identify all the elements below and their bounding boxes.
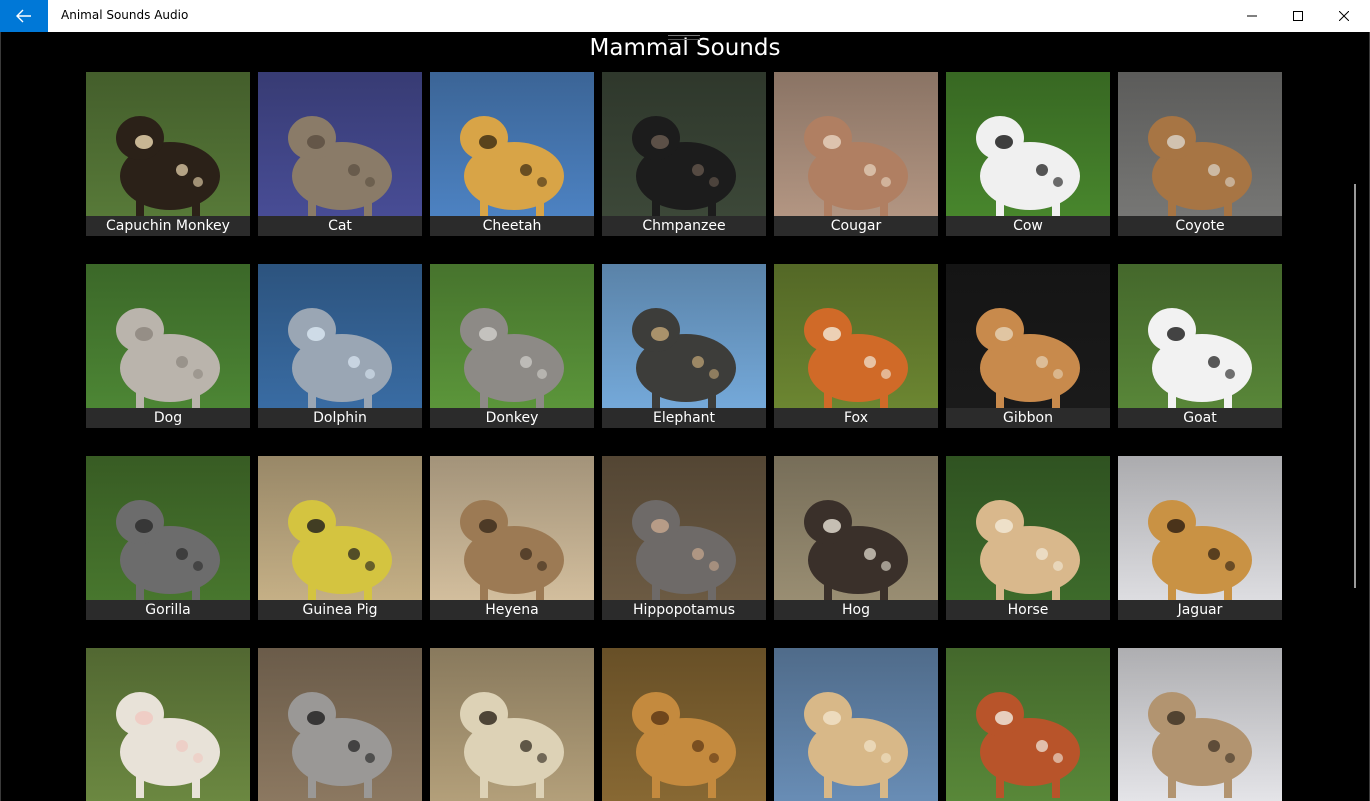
chimpanzee-photo (602, 72, 766, 236)
animal-tile-label: Hippopotamus (602, 600, 766, 620)
animal-tile-label: Chmpanzee (602, 216, 766, 236)
animal-tile[interactable]: Elephant (602, 264, 766, 428)
animal-tile[interactable]: Hippopotamus (602, 456, 766, 620)
animal-tile-label: Jaguar (1118, 600, 1282, 620)
animal-tile-label: Hog (774, 600, 938, 620)
cougar-photo (774, 72, 938, 236)
scrollbar-thumb[interactable] (1354, 184, 1356, 588)
lemur-photo (258, 648, 422, 801)
animal-tile-label: Elephant (602, 408, 766, 428)
animal-tile-label: Cheetah (430, 216, 594, 236)
animal-tile[interactable] (86, 648, 250, 801)
close-icon (1339, 11, 1349, 21)
animal-tile-label: Cat (258, 216, 422, 236)
animal-tile[interactable] (946, 648, 1110, 801)
gibbon-photo (946, 264, 1110, 428)
animal-tile[interactable]: Goat (1118, 264, 1282, 428)
donkey-photo (430, 264, 594, 428)
animal-tile[interactable]: Dolphin (258, 264, 422, 428)
animal-tile[interactable] (1118, 648, 1282, 801)
animal-tile-label: Gibbon (946, 408, 1110, 428)
animal-tile-label: Coyote (1118, 216, 1282, 236)
animal-tile-label: Gorilla (86, 600, 250, 620)
hippopotamus-photo (602, 456, 766, 620)
close-button[interactable] (1321, 0, 1367, 32)
goat-photo (1118, 264, 1282, 428)
animal-tile[interactable]: Guinea Pig (258, 456, 422, 620)
maximize-icon (1293, 11, 1303, 21)
animal-tile-label: Goat (1118, 408, 1282, 428)
animal-tile[interactable] (602, 648, 766, 801)
coyote-photo (1118, 72, 1282, 236)
animal-tile[interactable]: Capuchin Monkey (86, 72, 250, 236)
back-button[interactable] (0, 0, 48, 32)
guinea-pig-photo (258, 456, 422, 620)
animal-tile-label: Donkey (430, 408, 594, 428)
cow-photo (946, 72, 1110, 236)
drag-handle[interactable] (668, 35, 700, 40)
animal-tile[interactable]: Gibbon (946, 264, 1110, 428)
animal-tile-label: Heyena (430, 600, 594, 620)
animal-tile-label: Guinea Pig (258, 600, 422, 620)
animal-tile[interactable]: Coyote (1118, 72, 1282, 236)
animal-tile[interactable]: Heyena (430, 456, 594, 620)
animal-tile-label: Cougar (774, 216, 938, 236)
lynx-photo (1118, 648, 1282, 801)
leopard-photo (430, 648, 594, 801)
animal-tile[interactable] (258, 648, 422, 801)
animal-tile[interactable]: Dog (86, 264, 250, 428)
animal-tile-label: Capuchin Monkey (86, 216, 250, 236)
animal-tile[interactable] (430, 648, 594, 801)
animal-tile[interactable]: Donkey (430, 264, 594, 428)
lioness-photo (774, 648, 938, 801)
animal-tile-label: Cow (946, 216, 1110, 236)
animal-tile[interactable]: Fox (774, 264, 938, 428)
maximize-button[interactable] (1275, 0, 1321, 32)
animal-tile[interactable]: Cheetah (430, 72, 594, 236)
animal-tile[interactable]: Cow (946, 72, 1110, 236)
animal-tile-label: Horse (946, 600, 1110, 620)
lion-photo (602, 648, 766, 801)
animal-tile[interactable]: Gorilla (86, 456, 250, 620)
minimize-button[interactable] (1229, 0, 1275, 32)
animal-tile[interactable]: Cougar (774, 72, 938, 236)
animal-tile[interactable] (774, 648, 938, 801)
animal-grid: Capuchin Monkey Cat Cheetah Chmpanzee Cougar… (86, 72, 1282, 801)
animal-tile[interactable]: Cat (258, 72, 422, 236)
animal-tile[interactable]: Hog (774, 456, 938, 620)
animal-tile-label: Dog (86, 408, 250, 428)
dolphin-photo (258, 264, 422, 428)
window-border-left (0, 32, 1, 801)
animal-tile-label: Fox (774, 408, 938, 428)
minimize-icon (1247, 15, 1257, 17)
horse-photo (946, 456, 1110, 620)
cat-photo (258, 72, 422, 236)
elephant-photo (602, 264, 766, 428)
capuchin-monkey-photo (86, 72, 250, 236)
fox-photo (774, 264, 938, 428)
dog-photo (86, 264, 250, 428)
animal-tile[interactable]: Jaguar (1118, 456, 1282, 620)
gorilla-photo (86, 456, 250, 620)
hyena-photo (430, 456, 594, 620)
lamb-photo (86, 648, 250, 801)
animal-tile[interactable]: Horse (946, 456, 1110, 620)
title-bar: Animal Sounds Audio (0, 0, 1370, 32)
cheetah-photo (430, 72, 594, 236)
animal-tile[interactable]: Chmpanzee (602, 72, 766, 236)
longhorn-photo (946, 648, 1110, 801)
jaguar-photo (1118, 456, 1282, 620)
arrow-left-icon (16, 9, 31, 23)
app-title: Animal Sounds Audio (61, 8, 189, 22)
hog-photo (774, 456, 938, 620)
animal-tile-label: Dolphin (258, 408, 422, 428)
